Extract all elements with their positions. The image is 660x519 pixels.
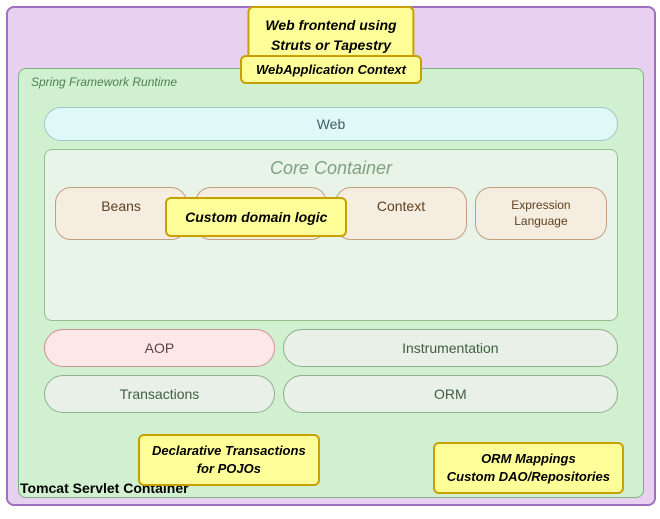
context-label: Context: [377, 198, 425, 214]
orm-mappings-line2: Custom DAO/Repositories: [447, 469, 610, 484]
instrumentation-label: Instrumentation: [402, 340, 499, 356]
orm-box: ORM: [283, 375, 618, 413]
declarative-tx-line1: Declarative Transactions: [152, 443, 306, 458]
spring-runtime: Spring Framework Runtime WebApplication …: [18, 68, 644, 498]
web-frontend-line1: Web frontend using: [265, 17, 396, 33]
declarative-tx-box: Declarative Transactions for POJOs: [138, 434, 320, 486]
declarative-tx-line2: for POJOs: [197, 461, 261, 476]
web-label: Web: [317, 116, 346, 132]
core-modules-wrapper: Beans Core Context Expression Language: [55, 187, 607, 310]
core-container: Core Container Beans Core Context Expres…: [44, 149, 618, 321]
expression-line2: Language: [514, 214, 567, 228]
web-bar: Web: [44, 107, 618, 141]
webapp-context-label: WebApplication Context: [256, 62, 406, 77]
instrumentation-box: Instrumentation: [283, 329, 618, 367]
beans-label: Beans: [101, 198, 141, 214]
orm-mappings-line1: ORM Mappings: [481, 451, 576, 466]
aop-label: AOP: [145, 340, 175, 356]
aop-instrumentation-row: AOP Instrumentation: [44, 329, 618, 367]
custom-domain-box: Custom domain logic: [165, 197, 347, 237]
outer-container: Web frontend using Struts or Tapestry Sp…: [6, 6, 656, 506]
transactions-label: Transactions: [120, 386, 200, 402]
context-module: Context: [335, 187, 467, 240]
transactions-box: Transactions: [44, 375, 275, 413]
expression-line1: Expression: [511, 198, 570, 212]
spring-label: Spring Framework Runtime: [31, 75, 177, 89]
web-frontend-line2: Struts or Tapestry: [271, 37, 391, 53]
transactions-orm-row: Transactions ORM: [44, 375, 618, 413]
orm-mappings-box: ORM Mappings Custom DAO/Repositories: [433, 442, 624, 494]
core-container-label: Core Container: [55, 158, 607, 179]
expression-module: Expression Language: [475, 187, 607, 240]
aop-box: AOP: [44, 329, 275, 367]
orm-label: ORM: [434, 386, 467, 402]
webapp-context-box: WebApplication Context: [240, 55, 422, 84]
custom-domain-label: Custom domain logic: [185, 209, 327, 225]
